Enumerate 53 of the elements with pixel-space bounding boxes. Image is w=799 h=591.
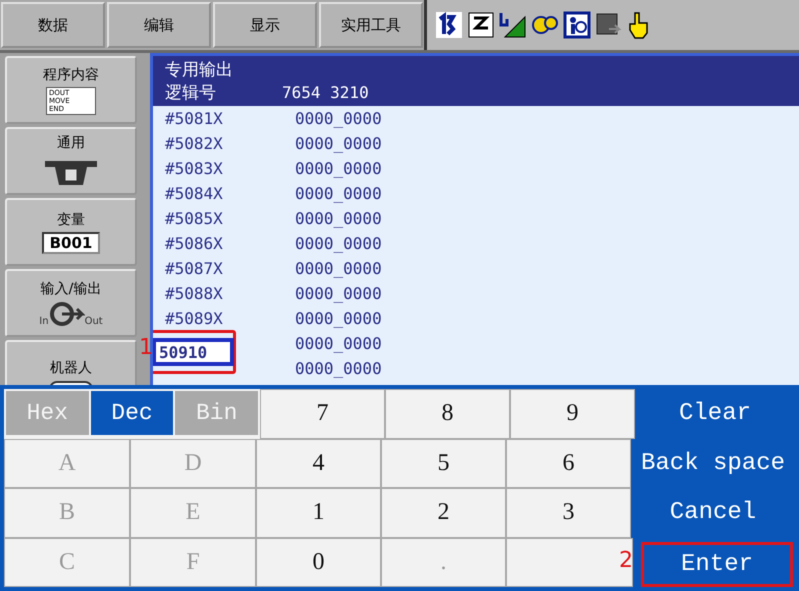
key-button[interactable]: 0: [256, 538, 381, 587]
signal-value: 0000_0000: [295, 134, 382, 153]
variable-box: B001: [42, 232, 100, 254]
mode-tab[interactable]: Dec: [90, 391, 174, 434]
key-button[interactable]: 5: [381, 438, 506, 488]
annotation-number: 2: [619, 548, 633, 572]
signal-number: #5086X: [165, 234, 224, 253]
signal-value: 0000_0000: [295, 259, 382, 278]
panel-title: 专用输出: [165, 59, 234, 82]
signal-number: #5083X: [165, 159, 224, 178]
signal-number: #5082X: [165, 134, 224, 153]
column-header: 逻辑号: [165, 82, 216, 104]
key-button[interactable]: 9: [510, 389, 635, 438]
column-header: 7654 3210: [282, 82, 369, 104]
sidebar-label: 变量: [57, 210, 85, 228]
key-button[interactable]: 7: [260, 389, 385, 438]
menu-button[interactable]: 显示: [213, 2, 317, 48]
signal-number: #5087X: [165, 259, 224, 278]
sidebar-label: 机器人: [50, 358, 92, 376]
signal-number: #5084X: [165, 184, 224, 203]
signal-value: 0000_0000: [295, 284, 382, 303]
sidebar-button[interactable]: 通用: [5, 127, 137, 195]
signal-value: 0000_0000: [295, 309, 382, 328]
key-button[interactable]: 6: [506, 438, 631, 488]
sidebar-label: 程序内容: [43, 66, 99, 84]
signal-number: #5081X: [165, 109, 224, 128]
edit-frame-icon[interactable]: [467, 11, 495, 39]
signal-number: #5088X: [165, 284, 224, 303]
signal-value: 0000_0000: [295, 209, 382, 228]
menu-button[interactable]: 编辑: [107, 2, 211, 48]
signal-value: 0000_0000: [295, 109, 382, 128]
signal-value: 0000_0000: [295, 159, 382, 178]
action-button[interactable]: Enter: [641, 542, 793, 587]
signal-value: 0000_0000: [295, 359, 382, 378]
sidebar-label: 输入/输出: [40, 280, 102, 298]
key-button[interactable]: 3: [506, 488, 631, 538]
input-field[interactable]: 50910: [153, 338, 234, 366]
sidebar-button[interactable]: 机器人: [5, 340, 137, 385]
key-button[interactable]: 2: [381, 488, 506, 538]
signal-number: #5089X: [165, 309, 224, 328]
menu-button[interactable]: 数据: [1, 2, 105, 48]
key-button[interactable]: 4: [256, 438, 381, 488]
signal-number: #5085X: [165, 209, 224, 228]
signal-value: 0000_0000: [295, 234, 382, 253]
hand-pointer-icon[interactable]: [627, 11, 651, 39]
sidebar-button[interactable]: 变量 B001: [5, 198, 137, 266]
sidebar-button[interactable]: 输入/输出 In Out: [5, 269, 137, 337]
signal-value: 0000_0000: [295, 334, 382, 353]
key-button[interactable]: 8: [385, 389, 510, 438]
menu-button[interactable]: 实用工具: [319, 2, 423, 48]
sidebar-label: 通用: [57, 134, 85, 152]
signal-value: 0000_0000: [295, 184, 382, 203]
key-button[interactable]: 1: [256, 488, 381, 538]
